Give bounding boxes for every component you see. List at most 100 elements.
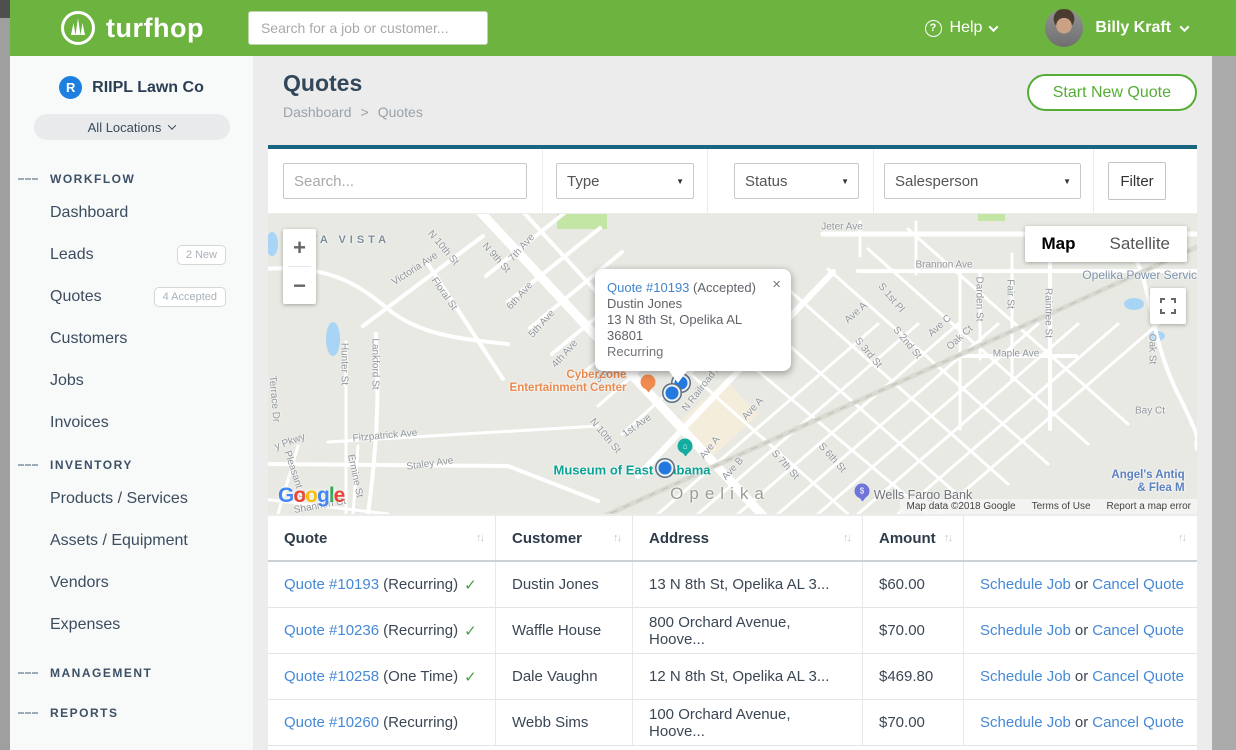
street-label: Lankford St [370, 338, 381, 389]
bank-pin-icon[interactable]: $ [855, 484, 870, 499]
table-row-partial [268, 746, 1197, 750]
schedule-job-link[interactable]: Schedule Job [980, 714, 1071, 731]
sidebar-item-vendors[interactable]: Vendors [10, 562, 253, 604]
nav-section-reports[interactable]: REPORTS [10, 700, 253, 726]
help-menu[interactable]: ? Help [925, 19, 998, 37]
column-header-amount[interactable]: Amount ↑↓ [862, 516, 963, 560]
turfhop-logo[interactable]: turfhop [60, 10, 204, 46]
quote-cell: Quote #10236 (Recurring) ✓ [268, 608, 495, 653]
global-search-input[interactable] [248, 11, 488, 45]
schedule-job-link[interactable]: Schedule Job [980, 622, 1071, 639]
schedule-job-link[interactable]: Schedule Job [980, 668, 1071, 685]
fullscreen-icon [1160, 298, 1176, 314]
sidebar-item-assets-equipment[interactable]: Assets / Equipment [10, 520, 253, 562]
cancel-quote-link[interactable]: Cancel Quote [1092, 714, 1184, 731]
sidebar-item-customers[interactable]: Customers [10, 318, 253, 360]
customer-cell: Waffle House [495, 608, 632, 653]
breadcrumb-separator: > [361, 104, 369, 120]
user-avatar[interactable] [1045, 9, 1083, 47]
map-view-button[interactable]: Map [1025, 226, 1093, 262]
user-menu[interactable]: Billy Kraft [1095, 19, 1188, 37]
popup-quote-link[interactable]: Quote #10193 [607, 280, 689, 295]
window-left-edge [0, 0, 10, 750]
report-map-error-link[interactable]: Report a map error [1107, 501, 1191, 512]
restaurant-pin-icon[interactable] [641, 375, 656, 390]
top-bar: turfhop ? Help Billy Kraft [0, 0, 1236, 56]
cancel-quote-link[interactable]: Cancel Quote [1092, 668, 1184, 685]
quotes-search-input[interactable] [283, 163, 527, 199]
sidebar-item-expenses[interactable]: Expenses [10, 604, 253, 646]
poi-angels-antiques: Angel's Antiq & Flea M [1111, 469, 1184, 495]
leads-badge: 2 New [177, 245, 226, 265]
amount-cell: $70.00 [862, 608, 963, 653]
city-label: Opelika [670, 484, 770, 504]
sidebar-item-dashboard[interactable]: Dashboard [10, 192, 253, 234]
quote-link[interactable]: Quote #10260 [284, 714, 379, 731]
street-label: Darden St [974, 276, 985, 321]
table-row: Quote #10236 (Recurring) ✓ Waffle House … [268, 608, 1197, 654]
help-icon: ? [925, 20, 942, 37]
sidebar-item-invoices[interactable]: Invoices [10, 402, 253, 444]
nav-section-management[interactable]: MANAGEMENT [10, 660, 253, 686]
sidebar-item-jobs[interactable]: Jobs [10, 360, 253, 402]
poi-opelika-power: Opelika Power Service [1082, 268, 1197, 282]
page-scrollbar[interactable] [1212, 56, 1236, 750]
sidebar-item-leads[interactable]: Leads 2 New [10, 234, 253, 276]
salesperson-dropdown[interactable]: Salesperson ▼ [884, 163, 1081, 199]
sidebar-item-quotes[interactable]: Quotes 4 Accepted [10, 276, 253, 318]
page-header: Quotes Dashboard > Quotes Start New Quot… [253, 56, 1212, 145]
status-dropdown[interactable]: Status ▼ [734, 163, 859, 199]
popup-quote-status: (Accepted) [693, 280, 756, 295]
table-row: Quote #10260 (Recurring) Webb Sims 100 O… [268, 700, 1197, 746]
column-header-actions[interactable]: ↑↓ [963, 516, 1197, 560]
quotes-table: Quote ↑↓ Customer ↑↓ Address ↑↓ Amount ↑… [268, 516, 1197, 750]
map-canvas[interactable]: N 10th St N 10th St Victoria Ave Floral … [268, 214, 1197, 514]
locations-dropdown[interactable]: All Locations [34, 114, 230, 140]
actions-cell: Schedule Job or Cancel Quote [963, 608, 1197, 653]
quote-marker[interactable] [664, 385, 681, 402]
google-logo[interactable]: Google [278, 484, 344, 508]
map-attribution: Map data ©2018 Google Terms of Use Repor… [900, 499, 1197, 514]
company-avatar: R [59, 76, 82, 99]
start-new-quote-button[interactable]: Start New Quote [1027, 74, 1197, 111]
actions-cell: Schedule Job or Cancel Quote [963, 654, 1197, 699]
column-header-quote[interactable]: Quote ↑↓ [268, 516, 495, 560]
terms-of-use-link[interactable]: Terms of Use [1032, 501, 1091, 512]
zoom-in-button[interactable]: + [283, 229, 316, 266]
sort-icon[interactable]: ↑↓ [843, 532, 850, 544]
type-dropdown[interactable]: Type ▼ [556, 163, 694, 199]
filter-salesperson-section: Salesperson ▼ [873, 149, 1093, 213]
dropdown-caret-icon: ▼ [841, 177, 849, 186]
column-header-address[interactable]: Address ↑↓ [632, 516, 862, 560]
dropdown-caret-icon: ▼ [676, 177, 684, 186]
quote-marker[interactable] [657, 460, 674, 477]
quote-link[interactable]: Quote #10236 [284, 622, 379, 639]
satellite-view-button[interactable]: Satellite [1093, 226, 1187, 262]
filter-button[interactable]: Filter [1108, 162, 1166, 200]
quote-link[interactable]: Quote #10258 [284, 668, 379, 685]
street-label: Raintree St [1043, 288, 1054, 338]
sidebar-item-products-services[interactable]: Products / Services [10, 478, 253, 520]
schedule-job-link[interactable]: Schedule Job [980, 576, 1071, 593]
window-corner [0, 0, 10, 18]
chevron-down-icon [168, 121, 176, 129]
poi-cyberzone: CyberZone Entertainment Center [510, 369, 627, 395]
map-type-toggle: Map Satellite [1025, 226, 1187, 262]
breadcrumb-quotes[interactable]: Quotes [378, 104, 423, 120]
museum-pin-icon[interactable]: ⌂ [678, 439, 693, 454]
customer-cell: Dustin Jones [495, 562, 632, 607]
column-header-customer[interactable]: Customer ↑↓ [495, 516, 632, 560]
cancel-quote-link[interactable]: Cancel Quote [1092, 576, 1184, 593]
cancel-quote-link[interactable]: Cancel Quote [1092, 622, 1184, 639]
zoom-out-button[interactable]: − [283, 267, 316, 304]
breadcrumb-dashboard[interactable]: Dashboard [283, 104, 352, 120]
accepted-check-icon: ✓ [464, 668, 477, 686]
quote-link[interactable]: Quote #10193 [284, 576, 379, 593]
sort-icon[interactable]: ↑↓ [476, 532, 483, 544]
sort-icon[interactable]: ↑↓ [944, 532, 951, 544]
sort-icon[interactable]: ↑↓ [613, 532, 620, 544]
fullscreen-button[interactable] [1150, 288, 1186, 324]
close-icon[interactable]: × [772, 278, 781, 292]
sort-icon[interactable]: ↑↓ [1178, 532, 1185, 544]
dropdown-caret-icon: ▼ [1063, 177, 1071, 186]
